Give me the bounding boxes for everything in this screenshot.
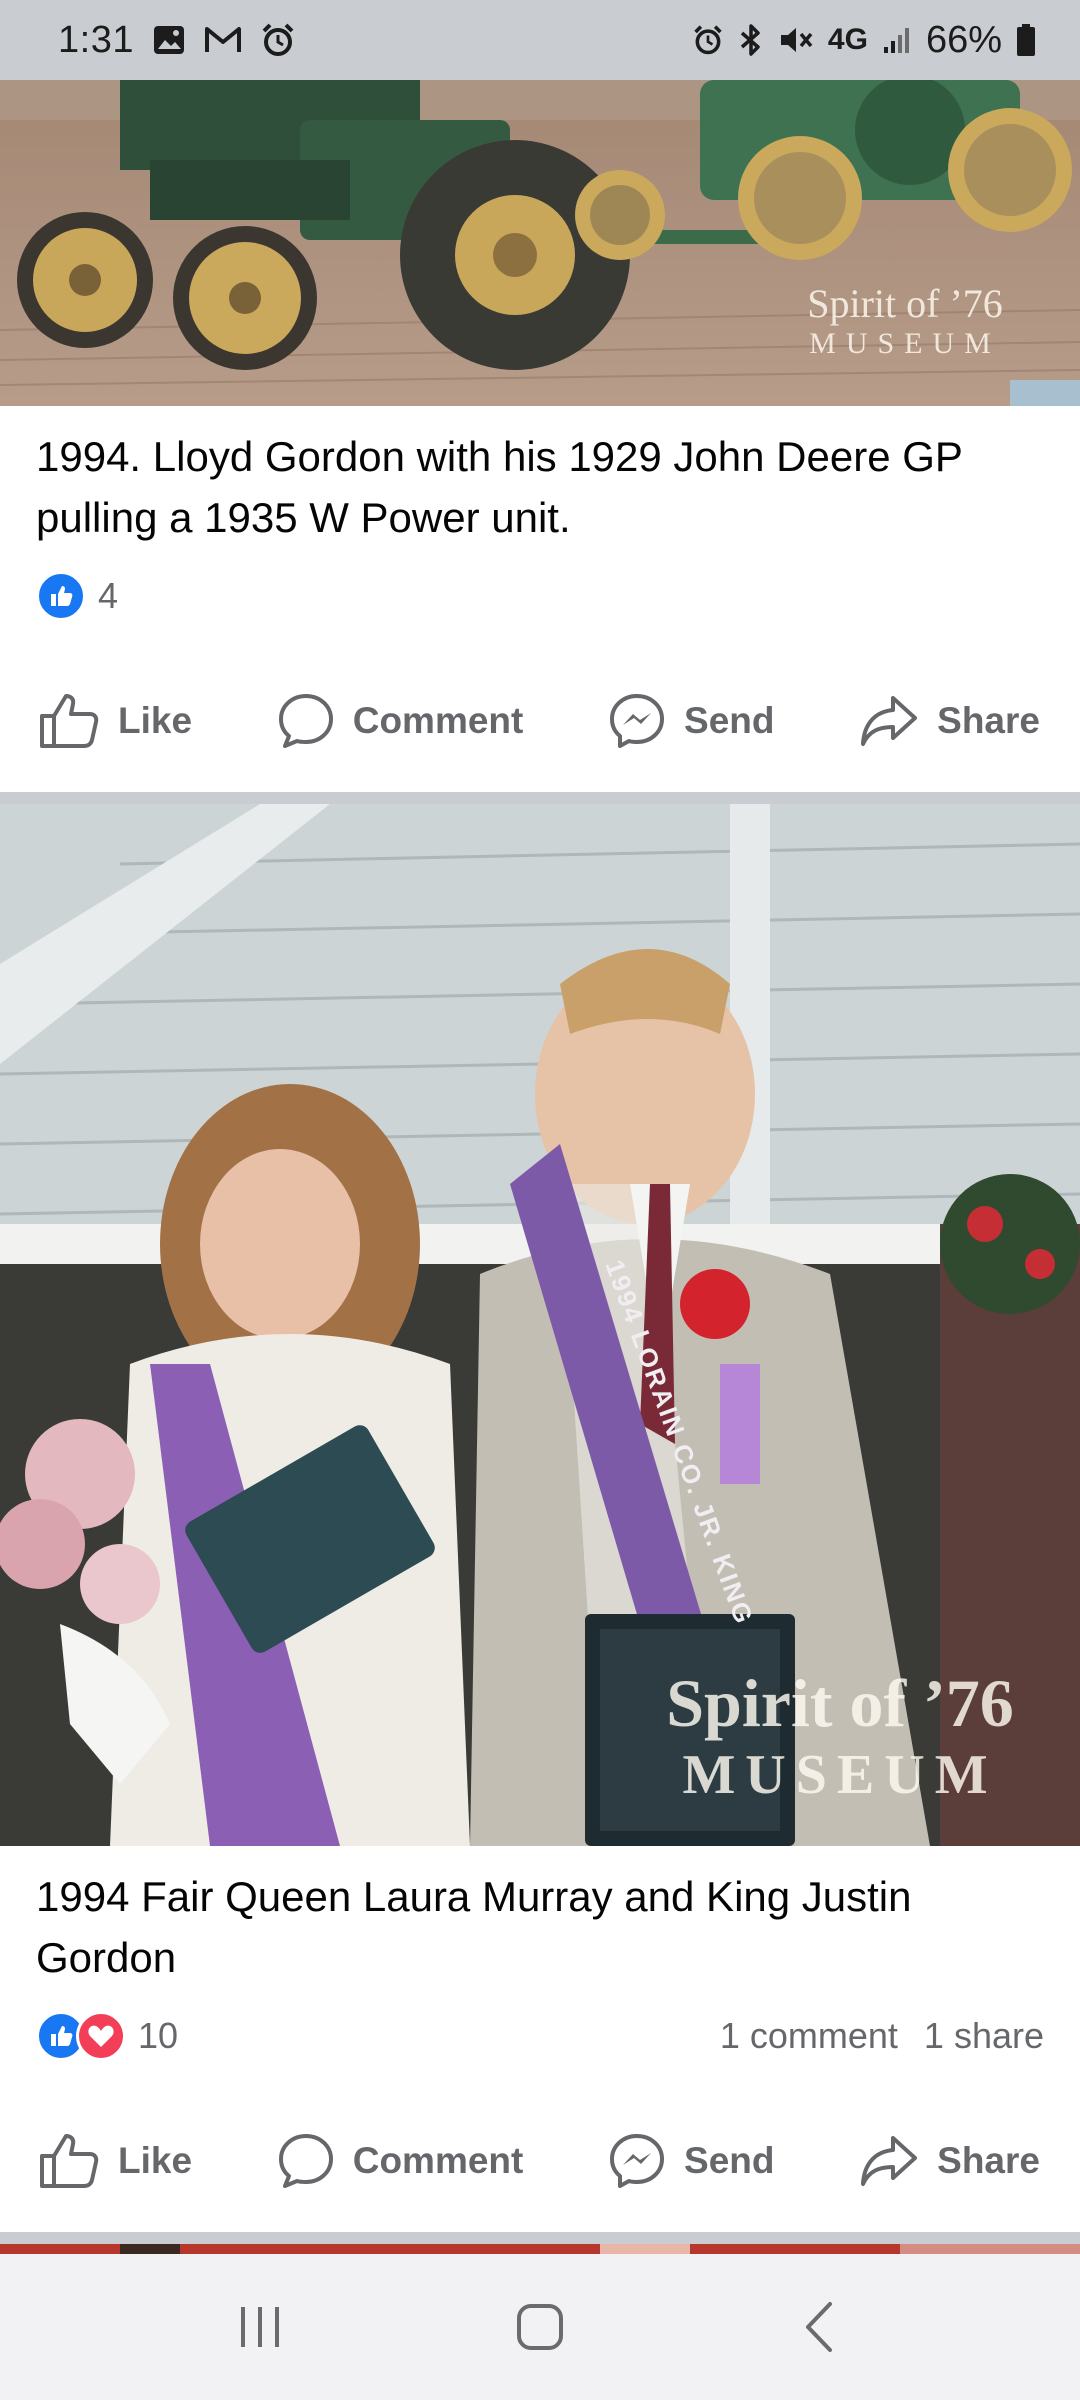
home-icon xyxy=(517,2304,563,2350)
alarm-icon xyxy=(692,24,724,56)
share-count[interactable]: 1 share xyxy=(924,2015,1044,2057)
signal-icon xyxy=(882,25,912,55)
like-label: Like xyxy=(118,700,193,741)
comment-bubble-icon xyxy=(278,694,333,748)
share-arrow-icon xyxy=(861,2136,918,2186)
post: Spirit of ’76 MUSEUM 1994. Lloyd Gordon … xyxy=(0,80,1080,766)
battery-icon xyxy=(1016,23,1036,57)
image-icon xyxy=(152,23,186,57)
comment-bubble-icon xyxy=(278,2134,333,2188)
heart-reaction-icon xyxy=(76,2011,126,2061)
mute-icon xyxy=(778,24,814,56)
share-arrow-icon xyxy=(861,696,918,746)
thumbs-up-icon xyxy=(40,2134,99,2188)
send-label: Send xyxy=(684,2140,775,2181)
reactions-bar[interactable]: 4 xyxy=(0,566,1080,626)
status-time: 1:31 xyxy=(58,18,134,61)
post-actions: Like Comment Send Share xyxy=(0,676,1080,766)
post-divider xyxy=(0,792,1080,804)
comment-label: Comment xyxy=(352,2140,524,2181)
share-button[interactable]: Share xyxy=(859,2134,1040,2188)
gmail-icon xyxy=(204,25,242,55)
recents-button[interactable] xyxy=(200,2277,320,2377)
post: 1994 LORAIN CO. JR. KING Spirit of ’76 M… xyxy=(0,804,1080,2206)
like-button[interactable]: Like xyxy=(38,692,192,750)
alarm-icon xyxy=(260,22,296,58)
reaction-count[interactable]: 4 xyxy=(98,575,118,617)
status-bar: 1:31 4G 66% xyxy=(0,0,1080,80)
post-divider xyxy=(0,2232,1080,2244)
post-caption: 1994 Fair Queen Laura Murray and King Ju… xyxy=(36,1873,912,1981)
thumbs-up-icon xyxy=(40,694,99,748)
post-actions: Like Comment Send Share xyxy=(0,2116,1080,2206)
watermark: Spirit of ’76 MUSEUM xyxy=(666,1665,1014,1806)
post-caption: 1994. Lloyd Gordon with his 1929 John De… xyxy=(36,433,963,541)
post-photo[interactable]: 1994 LORAIN CO. JR. KING Spirit of ’76 M… xyxy=(0,804,1080,1846)
reaction-icons[interactable] xyxy=(36,571,86,621)
battery-percent: 66% xyxy=(925,18,1002,61)
reactions-bar[interactable]: 10 1 comment 1 share xyxy=(0,2006,1080,2066)
messenger-icon xyxy=(610,694,665,748)
share-button[interactable]: Share xyxy=(859,694,1040,748)
recents-icon xyxy=(241,2307,279,2347)
comment-label: Comment xyxy=(352,700,524,741)
reaction-count[interactable]: 10 xyxy=(138,2015,178,2057)
back-button[interactable] xyxy=(760,2277,880,2377)
comment-count[interactable]: 1 comment xyxy=(720,2015,898,2057)
network-label: 4G xyxy=(827,23,868,56)
comment-button[interactable]: Comment xyxy=(277,2132,524,2190)
thumbs-up-reaction-icon xyxy=(36,571,86,621)
send-button[interactable]: Send xyxy=(608,2132,774,2190)
reaction-icons[interactable] xyxy=(36,2011,126,2061)
like-label: Like xyxy=(118,2140,193,2181)
send-button[interactable]: Send xyxy=(608,692,774,750)
watermark: Spirit of ’76 MUSEUM xyxy=(807,281,1003,360)
back-icon xyxy=(806,2302,832,2352)
like-button[interactable]: Like xyxy=(38,2132,192,2190)
comment-button[interactable]: Comment xyxy=(277,692,524,750)
system-nav-bar xyxy=(0,2254,1080,2400)
messenger-icon xyxy=(610,2134,665,2188)
bluetooth-icon xyxy=(738,23,764,57)
share-label: Share xyxy=(937,700,1040,741)
post-photo[interactable]: Spirit of ’76 MUSEUM xyxy=(0,80,1080,406)
engagement-counts: 1 comment 1 share xyxy=(720,2015,1044,2057)
home-button[interactable] xyxy=(480,2277,600,2377)
send-label: Send xyxy=(684,700,775,741)
news-feed[interactable]: Spirit of ’76 MUSEUM 1994. Lloyd Gordon … xyxy=(0,80,1080,2304)
share-label: Share xyxy=(937,2140,1040,2181)
